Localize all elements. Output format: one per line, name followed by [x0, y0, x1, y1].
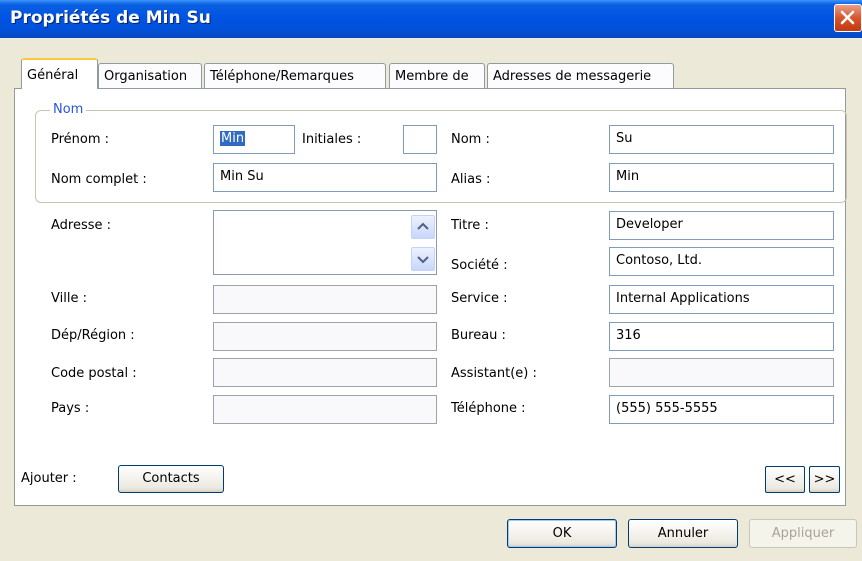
name-group-legend: Nom — [50, 102, 87, 117]
postal-code-label: Code postal : — [51, 366, 137, 381]
title-value: Developer — [616, 217, 683, 232]
title-field[interactable]: Developer — [609, 211, 834, 240]
initials-label: Initiales : — [302, 132, 362, 147]
city-label: Ville : — [51, 291, 87, 306]
assistant-field[interactable] — [609, 358, 834, 387]
tab-membre-de[interactable]: Membre de — [389, 63, 485, 88]
office-label: Bureau : — [451, 328, 506, 343]
telephone-field[interactable]: (555) 555-5555 — [609, 395, 834, 424]
tab-label: Adresses de messagerie — [493, 69, 652, 84]
first-name-label: Prénom : — [51, 132, 110, 147]
telephone-value: (555) 555-5555 — [616, 401, 718, 416]
ok-button-label: OK — [552, 526, 572, 541]
close-button[interactable] — [834, 4, 862, 32]
scroll-down-arrow-icon — [417, 256, 429, 264]
tab-organisation[interactable]: Organisation — [98, 63, 202, 88]
address-textarea[interactable] — [213, 210, 437, 275]
alias-value: Min — [616, 169, 640, 184]
city-field[interactable] — [213, 285, 437, 314]
department-label: Service : — [451, 291, 508, 306]
scroll-up-button[interactable] — [411, 215, 435, 239]
company-field[interactable]: Contoso, Ltd. — [609, 247, 834, 276]
window-title: Propriétés de Min Su — [10, 8, 211, 28]
country-field[interactable] — [213, 395, 437, 424]
previous-button-label: << — [774, 472, 796, 487]
office-value: 316 — [616, 328, 641, 343]
previous-button[interactable]: << — [765, 466, 805, 493]
full-name-field[interactable]: Min Su — [213, 163, 437, 192]
next-button[interactable]: >> — [809, 466, 840, 493]
alias-label: Alias : — [451, 172, 491, 187]
country-label: Pays : — [51, 401, 90, 416]
contacts-button-label: Contacts — [142, 471, 200, 486]
assistant-label: Assistant(e) : — [451, 366, 537, 381]
first-name-value: Min — [220, 131, 246, 146]
contacts-button[interactable]: Contacts — [118, 465, 224, 493]
tab-general[interactable]: Général — [21, 58, 98, 89]
next-button-label: >> — [813, 472, 836, 487]
department-field[interactable]: Internal Applications — [609, 285, 834, 314]
state-region-label: Dép/Région : — [51, 328, 135, 343]
telephone-label: Téléphone : — [451, 401, 526, 416]
scroll-down-button[interactable] — [411, 247, 435, 271]
last-name-label: Nom : — [451, 132, 490, 147]
last-name-value: Su — [616, 131, 633, 146]
tab-label: Téléphone/Remarques — [210, 69, 354, 84]
last-name-field[interactable]: Su — [609, 125, 834, 154]
scroll-up-arrow-icon — [417, 222, 429, 230]
title-label: Titre : — [451, 218, 489, 233]
cancel-button-label: Annuler — [657, 526, 709, 541]
postal-code-field[interactable] — [213, 358, 437, 387]
title-bar[interactable]: Propriétés de Min Su — [0, 0, 862, 38]
address-label: Adresse : — [51, 218, 112, 233]
add-label: Ajouter : — [21, 471, 77, 486]
company-label: Société : — [451, 258, 508, 273]
tab-label: Membre de — [395, 69, 469, 84]
apply-button[interactable]: Appliquer — [749, 519, 857, 548]
initials-field[interactable] — [403, 125, 437, 154]
office-field[interactable]: 316 — [609, 322, 834, 351]
close-icon — [840, 10, 855, 25]
apply-button-label: Appliquer — [771, 526, 835, 541]
properties-dialog: Propriétés de Min Su Général Organisatio… — [0, 0, 862, 561]
cancel-button[interactable]: Annuler — [628, 519, 738, 548]
full-name-value: Min Su — [220, 169, 264, 184]
tab-label: Général — [27, 68, 79, 83]
state-region-field[interactable] — [213, 322, 437, 351]
department-value: Internal Applications — [616, 291, 750, 306]
tab-label: Organisation — [104, 69, 188, 84]
company-value: Contoso, Ltd. — [616, 253, 703, 268]
full-name-label: Nom complet : — [51, 172, 147, 187]
tab-adresses-messagerie[interactable]: Adresses de messagerie — [487, 63, 674, 88]
ok-button[interactable]: OK — [507, 519, 617, 548]
alias-field[interactable]: Min — [609, 163, 834, 192]
tab-telephone-remarques[interactable]: Téléphone/Remarques — [204, 63, 386, 88]
first-name-field[interactable]: Min — [213, 125, 295, 154]
